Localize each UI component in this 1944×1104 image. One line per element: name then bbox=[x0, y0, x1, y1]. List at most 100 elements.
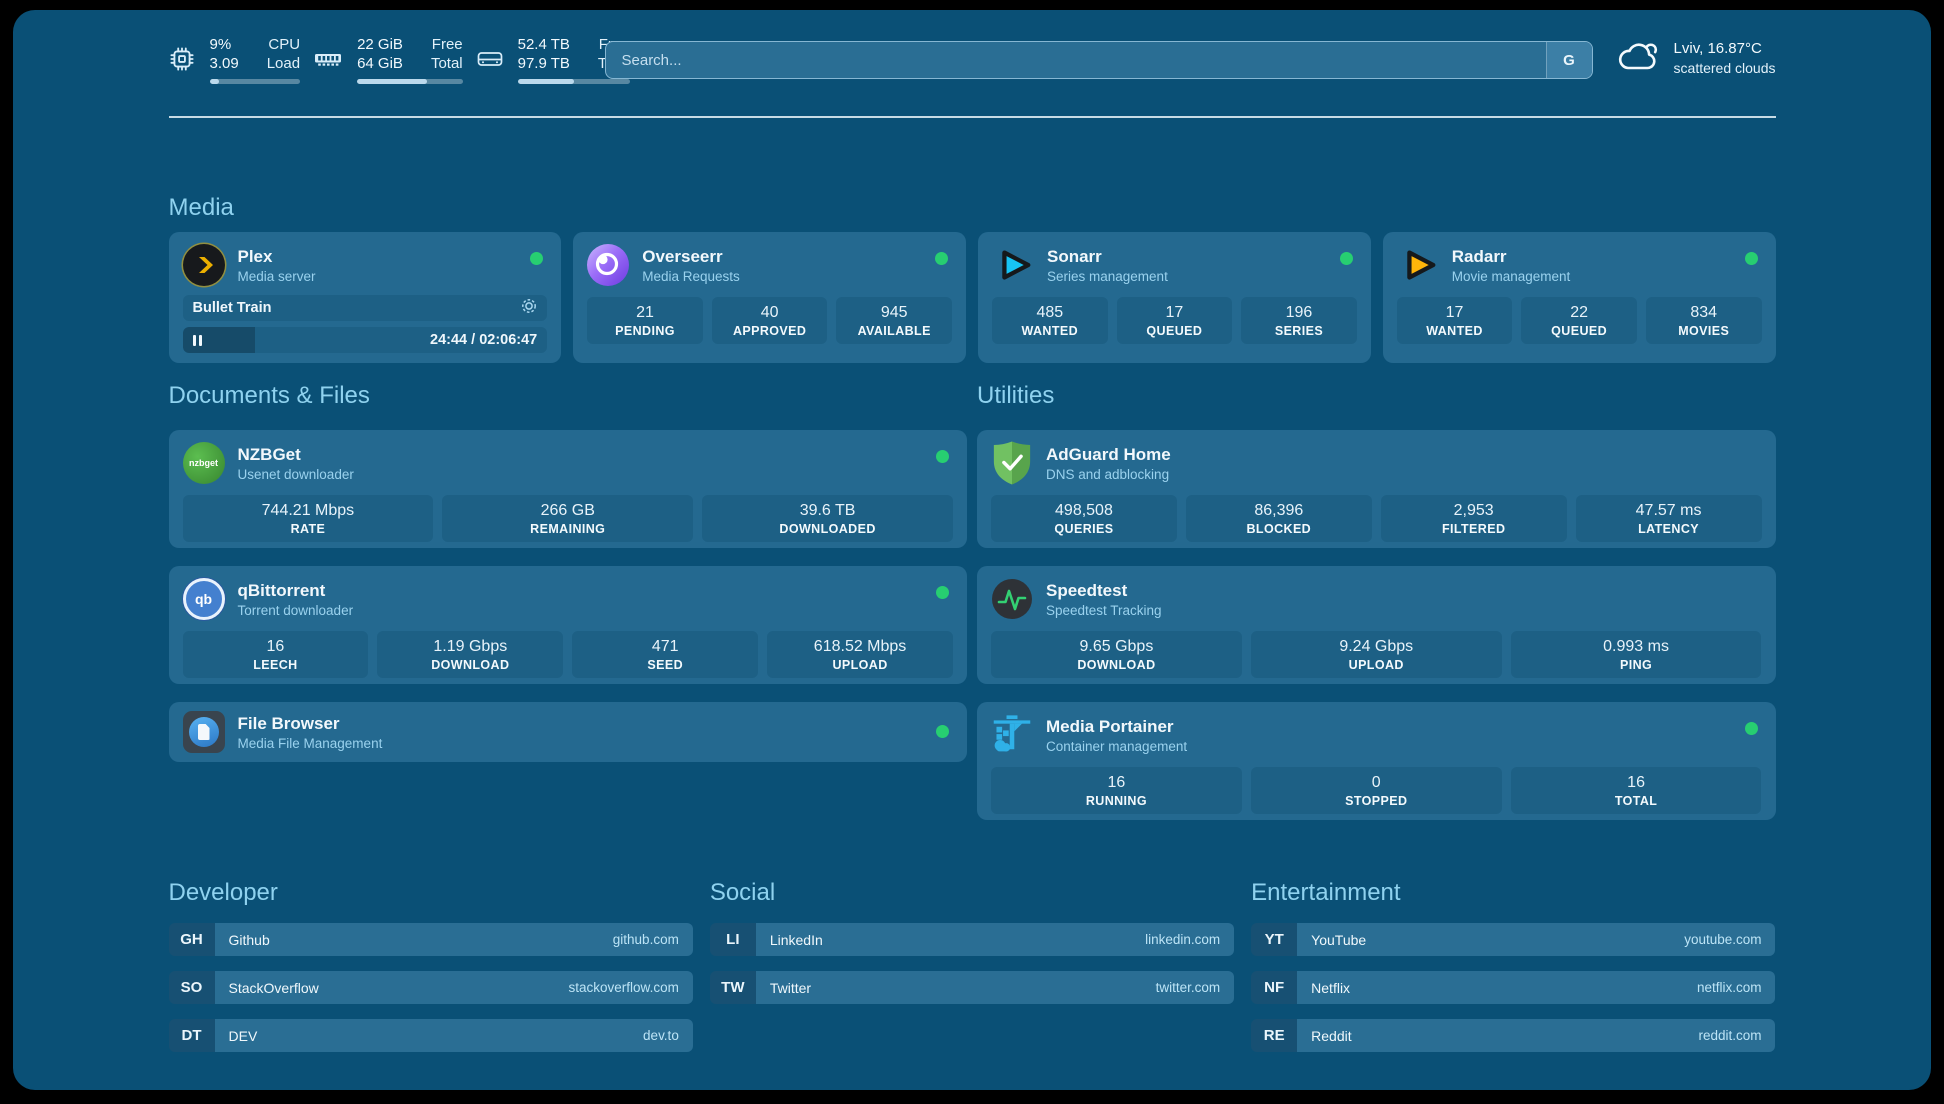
stat-latency: 47.57 ms LATENCY bbox=[1576, 495, 1762, 542]
bookmark-dev[interactable]: DT DEV dev.to bbox=[169, 1019, 693, 1052]
bookmark-reddit[interactable]: RE Reddit reddit.com bbox=[1251, 1019, 1775, 1052]
bookmark-abbr: NF bbox=[1251, 971, 1297, 1004]
stat-value: 16 bbox=[1627, 774, 1645, 792]
stat-value: 834 bbox=[1690, 304, 1717, 322]
bookmark-netflix[interactable]: NF Netflix netflix.com bbox=[1251, 971, 1775, 1004]
bookmark-stackoverflow[interactable]: SO StackOverflow stackoverflow.com bbox=[169, 971, 693, 1004]
app-card-filebrowser[interactable]: File Browser Media File Management bbox=[169, 702, 968, 762]
stat-value: 0.993 ms bbox=[1603, 638, 1669, 656]
stat-queued: 17 QUEUED bbox=[1117, 297, 1233, 344]
storage-free-value: 52.4 TB bbox=[518, 35, 570, 54]
playback-time: 24:44 / 02:06:47 bbox=[430, 332, 537, 348]
section-heading-utilities: Utilities bbox=[977, 382, 1776, 410]
stat-queued: 22 QUEUED bbox=[1521, 297, 1637, 344]
stat-value: 2,953 bbox=[1454, 502, 1494, 520]
stat-leech: 16 LEECH bbox=[183, 631, 369, 678]
search-provider-button[interactable]: G bbox=[1546, 42, 1592, 78]
cpu-progress-bar bbox=[210, 79, 301, 84]
app-card-speedtest[interactable]: Speedtest Speedtest Tracking 9.65 Gbps D… bbox=[977, 566, 1776, 684]
adguard-shield-icon bbox=[991, 442, 1033, 484]
gear-icon[interactable] bbox=[521, 298, 537, 318]
bookmark-abbr: TW bbox=[710, 971, 756, 1004]
bookmark-twitter[interactable]: TW Twitter twitter.com bbox=[710, 971, 1234, 1004]
stat-label: FILTERED bbox=[1442, 522, 1505, 536]
app-card-overseerr[interactable]: Overseerr Media Requests 21 PENDING 40 A… bbox=[573, 232, 966, 363]
stat-label: REMAINING bbox=[530, 522, 605, 536]
bookmark-name: StackOverflow bbox=[229, 980, 319, 996]
search-input[interactable] bbox=[605, 41, 1593, 79]
status-dot bbox=[935, 252, 948, 265]
memory-total-label: Total bbox=[431, 54, 463, 73]
bookmark-github[interactable]: GH Github github.com bbox=[169, 923, 693, 956]
section-heading-social: Social bbox=[710, 879, 1234, 907]
app-subtitle: Movie management bbox=[1452, 268, 1571, 285]
stat-filtered: 2,953 FILTERED bbox=[1381, 495, 1567, 542]
bookmark-url: reddit.com bbox=[1698, 1028, 1761, 1043]
stat-label: LEECH bbox=[253, 658, 297, 672]
app-title: Speedtest bbox=[1046, 580, 1162, 602]
bookmark-name: Reddit bbox=[1311, 1028, 1351, 1044]
stat-value: 21 bbox=[636, 304, 654, 322]
bookmark-abbr: RE bbox=[1251, 1019, 1297, 1052]
bookmark-abbr: SO bbox=[169, 971, 215, 1004]
app-subtitle: Media Requests bbox=[642, 268, 740, 285]
section-heading-media: Media bbox=[169, 194, 1776, 222]
plex-now-playing-row: Bullet Train bbox=[183, 295, 548, 321]
plex-player-row: 24:44 / 02:06:47 bbox=[183, 327, 548, 353]
stat-download: 1.19 Gbps DOWNLOAD bbox=[377, 631, 563, 678]
stat-label: UPLOAD bbox=[832, 658, 887, 672]
status-dot bbox=[1745, 722, 1758, 735]
bookmark-url: netflix.com bbox=[1697, 980, 1762, 995]
system-stats: 9% CPU 3.09 Load bbox=[169, 32, 605, 86]
stat-blocked: 86,396 BLOCKED bbox=[1186, 495, 1372, 542]
bookmark-youtube[interactable]: YT YouTube youtube.com bbox=[1251, 923, 1775, 956]
stat-pending: 21 PENDING bbox=[587, 297, 703, 344]
app-card-portainer[interactable]: Media Portainer Container management 16 … bbox=[977, 702, 1776, 820]
cpu-chip-icon bbox=[169, 46, 195, 72]
stat-value: 16 bbox=[267, 638, 285, 656]
stat-movies: 834 MOVIES bbox=[1646, 297, 1762, 344]
app-card-plex[interactable]: Plex Media server Bullet Train 24:44 bbox=[169, 232, 562, 363]
stat-ping: 0.993 ms PING bbox=[1511, 631, 1762, 678]
header-divider bbox=[169, 116, 1776, 118]
app-card-radarr[interactable]: Radarr Movie management 17 WANTED 22 QUE… bbox=[1383, 232, 1776, 363]
stat-label: BLOCKED bbox=[1247, 522, 1312, 536]
search-bar: G bbox=[605, 41, 1593, 79]
app-subtitle: Series management bbox=[1047, 268, 1168, 285]
memory-free-value: 22 GiB bbox=[357, 35, 403, 54]
cpu-progress-fill bbox=[210, 79, 219, 84]
app-card-adguard[interactable]: AdGuard Home DNS and adblocking 498,508 … bbox=[977, 430, 1776, 548]
bookmark-url: linkedin.com bbox=[1145, 932, 1220, 947]
bookmark-url: dev.to bbox=[643, 1028, 679, 1043]
app-title: NZBGet bbox=[238, 444, 354, 466]
app-card-sonarr[interactable]: Sonarr Series management 485 WANTED 17 Q… bbox=[978, 232, 1371, 363]
stat-value: 9.24 Gbps bbox=[1339, 638, 1413, 656]
stat-value: 22 bbox=[1570, 304, 1588, 322]
filebrowser-icon bbox=[183, 711, 225, 753]
stat-value: 196 bbox=[1286, 304, 1313, 322]
stat-label: DOWNLOADED bbox=[779, 522, 875, 536]
stat-running: 16 RUNNING bbox=[991, 767, 1242, 814]
stat-label: DOWNLOAD bbox=[431, 658, 509, 672]
stat-value: 47.57 ms bbox=[1636, 502, 1702, 520]
speedtest-pulse-icon bbox=[991, 578, 1033, 620]
radarr-icon bbox=[1397, 244, 1439, 286]
stat-label: APPROVED bbox=[733, 324, 806, 338]
bookmark-linkedin[interactable]: LI LinkedIn linkedin.com bbox=[710, 923, 1234, 956]
app-subtitle: Torrent downloader bbox=[238, 602, 354, 619]
app-card-qbittorrent[interactable]: qb qBittorrent Torrent downloader 16 LEE… bbox=[169, 566, 968, 684]
cpu-stat-group: 9% CPU 3.09 Load bbox=[169, 32, 301, 86]
memory-free-label: Free bbox=[431, 35, 463, 54]
cpu-usage-value: 9% bbox=[210, 35, 239, 54]
stat-value: 485 bbox=[1036, 304, 1063, 322]
hard-drive-icon bbox=[477, 49, 503, 69]
sonarr-icon bbox=[992, 244, 1034, 286]
app-card-nzbget[interactable]: nzbget NZBGet Usenet downloader 744.21 M… bbox=[169, 430, 968, 548]
app-subtitle: Media server bbox=[238, 268, 316, 285]
pause-icon[interactable] bbox=[193, 335, 203, 346]
stat-label: TOTAL bbox=[1615, 794, 1658, 808]
weather-widget[interactable]: Lviv, 16.87°C scattered clouds bbox=[1617, 38, 1776, 79]
stat-rate: 744.21 Mbps RATE bbox=[183, 495, 434, 542]
stat-label: SERIES bbox=[1275, 324, 1323, 338]
stat-value: 945 bbox=[881, 304, 908, 322]
